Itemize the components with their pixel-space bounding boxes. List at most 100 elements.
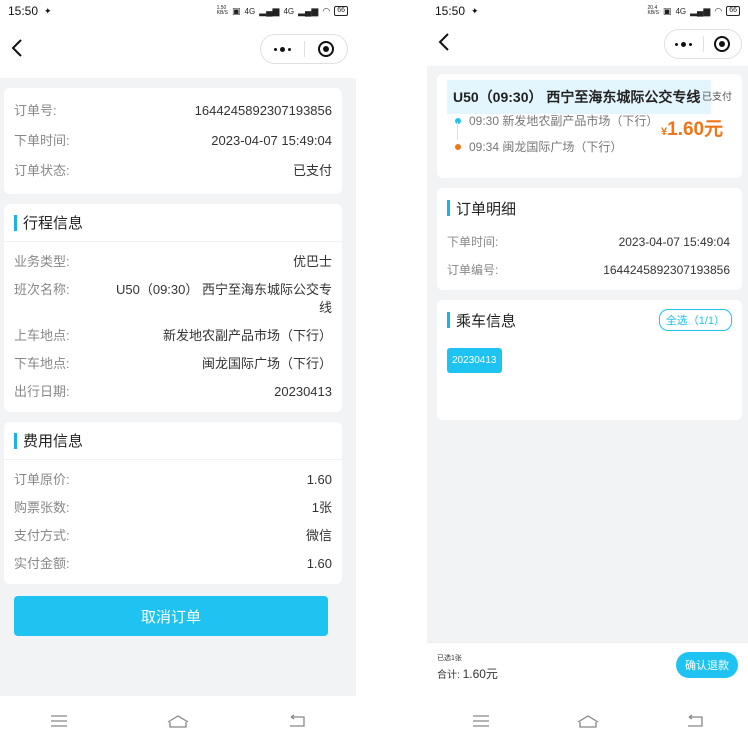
nav-bar — [0, 22, 356, 78]
status-bar: 15:50 ✦ 1.50 KB/S ▣ 4G ▂▄▆ 4G ▂▄▆ ◠ 66 — [0, 0, 356, 22]
shift-name-label: 班次名称: — [14, 282, 70, 297]
fee-section-title: 费用信息 — [23, 433, 84, 450]
close-mini-program-button[interactable] — [704, 30, 742, 58]
travel-date-label: 出行日期: — [14, 384, 70, 399]
payment-method-value: 微信 — [305, 528, 332, 543]
menu-nav-button[interactable] — [39, 706, 79, 736]
more-dots-icon — [675, 41, 693, 47]
status-time: 15:50 — [435, 4, 466, 18]
signal-icon: ▂▄▆ — [690, 6, 711, 16]
target-icon — [317, 41, 334, 57]
fee-info-card: 费用信息 订单原价: 1.60 购票张数: 1张 支付方式: 微信 实付金额: … — [4, 422, 342, 584]
paid-amount-value: 1.60 — [306, 556, 332, 571]
hd-icon: ▣ — [232, 6, 241, 16]
order-number-label: 订单编号: — [447, 263, 499, 277]
trip-row: 业务类型: 优巴士 — [4, 248, 342, 276]
more-dots-icon — [273, 46, 291, 52]
network-type: 4G — [244, 6, 256, 16]
network-speed: 1.50 KB/S — [216, 5, 229, 16]
order-no-value: 1644245892307193856 — [194, 103, 332, 118]
section-accent-bar — [447, 200, 450, 216]
order-status-label: 订单状态: — [14, 163, 70, 178]
network-type: 4G — [675, 6, 687, 16]
fee-row: 购票张数: 1张 — [4, 494, 342, 522]
detail-section-header: 订单明细 — [437, 188, 742, 228]
shift-name-value: U50（09:30） 西宁至海东城际公交专线 — [116, 282, 332, 315]
back-icon[interactable] — [435, 30, 455, 54]
route-title: U50（09:30） 西宁至海东城际公交专线 — [447, 80, 711, 114]
wifi-icon: ◠ — [322, 6, 331, 16]
order-info-card: 订单号: 1644245892307193856 下单时间: 2023-04-0… — [4, 88, 342, 194]
status-bar: 15:50 ✦ 20.4 KB/S ▣ 4G ▂▄▆ ◠ 66 — [427, 0, 748, 22]
board-stop: 09:30 新发地农副产品市场（下行） — [455, 112, 658, 129]
original-price-label: 订单原价: — [14, 472, 70, 487]
payment-method-label: 支付方式: — [14, 528, 70, 543]
trip-info-card: 行程信息 业务类型: 优巴士 班次名称: U50（09:30） 西宁至海东城际公… — [4, 204, 342, 412]
board-stop-text: 09:30 新发地农副产品市场（下行） — [469, 114, 659, 128]
rider-info-card: 乘车信息 全选（1/1） 20230413 — [437, 300, 742, 420]
ticket-price: ¥1.60元 — [661, 114, 723, 141]
order-row: 订单状态: 已支付 — [4, 156, 342, 186]
alight-location-label: 下车地点: — [14, 356, 70, 371]
menu-nav-button[interactable] — [461, 706, 501, 736]
order-time-value: 2023-04-07 15:49:04 — [211, 133, 332, 148]
order-no-label: 订单号: — [14, 103, 57, 118]
mini-program-capsule — [260, 34, 348, 64]
menu-icon — [472, 715, 489, 727]
alight-stop: 09:34 闽龙国际广场（下行） — [455, 138, 622, 155]
original-price-value: 1.60 — [306, 472, 332, 487]
home-nav-button[interactable] — [158, 706, 198, 736]
detail-row: 下单时间: 2023-04-07 15:49:04 — [437, 228, 742, 256]
network-speed: 20.4 KB/S — [647, 5, 659, 16]
back-nav-button[interactable] — [675, 706, 715, 736]
back-icon[interactable] — [8, 36, 28, 60]
trip-row: 上车地点: 新发地农副产品市场（下行） — [4, 322, 342, 350]
board-location-label: 上车地点: — [14, 328, 70, 343]
battery-indicator: 66 — [726, 6, 740, 16]
fee-row: 支付方式: 微信 — [4, 522, 342, 550]
refund-footer: 已选1张 合计: 1.60元 确认退款 — [427, 642, 748, 696]
trip-section-header: 行程信息 — [4, 204, 342, 242]
ticket-date-chip[interactable]: 20230413 — [447, 348, 502, 373]
hd-icon: ▣ — [662, 6, 672, 16]
total-amount: 合计: 1.60元 — [437, 665, 498, 682]
order-time-value: 2023-04-07 15:49:04 — [618, 235, 730, 249]
order-time-label: 下单时间: — [447, 235, 499, 249]
order-row: 下单时间: 2023-04-07 15:49:04 — [4, 126, 342, 156]
more-button[interactable] — [261, 35, 304, 63]
notification-icon: ✦ — [44, 6, 52, 16]
select-all-button[interactable]: 全选（1/1） — [658, 309, 732, 331]
section-accent-bar — [14, 214, 17, 231]
order-status-value: 已支付 — [292, 163, 332, 178]
home-nav-button[interactable] — [568, 706, 608, 736]
section-accent-bar — [14, 432, 17, 449]
cancel-order-button[interactable]: 取消订单 — [14, 596, 328, 636]
ticket-count-value: 1张 — [311, 500, 332, 515]
trip-row: 出行日期: 20230413 — [4, 378, 342, 406]
board-dot-icon — [455, 117, 461, 124]
signal-icon-2: ▂▄▆ — [298, 6, 319, 16]
status-time: 15:50 — [8, 4, 39, 18]
notification-icon: ✦ — [471, 6, 479, 16]
home-icon — [577, 715, 598, 728]
system-nav-bar — [427, 696, 748, 746]
paid-amount-label: 实付金额: — [14, 556, 70, 571]
section-accent-bar — [447, 312, 450, 328]
travel-date-value: 20230413 — [274, 384, 332, 399]
detail-row: 订单编号: 1644245892307193856 — [437, 256, 742, 284]
confirm-refund-button[interactable]: 确认退款 — [676, 652, 738, 678]
return-icon — [687, 714, 703, 727]
business-type-label: 业务类型: — [14, 254, 70, 269]
back-nav-button[interactable] — [277, 706, 317, 736]
board-location-value: 新发地农副产品市场（下行） — [162, 328, 332, 343]
menu-icon — [51, 715, 68, 727]
trip-row: 班次名称: U50（09:30） 西宁至海东城际公交专线 — [4, 276, 342, 322]
price-value: 1.60元 — [667, 119, 724, 140]
network-type-2: 4G — [283, 6, 295, 16]
ticket-count-label: 购票张数: — [14, 500, 70, 515]
close-mini-program-button[interactable] — [305, 35, 348, 63]
more-button[interactable] — [665, 30, 703, 58]
home-icon — [167, 715, 189, 728]
fee-section-header: 费用信息 — [4, 422, 342, 460]
system-nav-bar — [0, 696, 356, 746]
